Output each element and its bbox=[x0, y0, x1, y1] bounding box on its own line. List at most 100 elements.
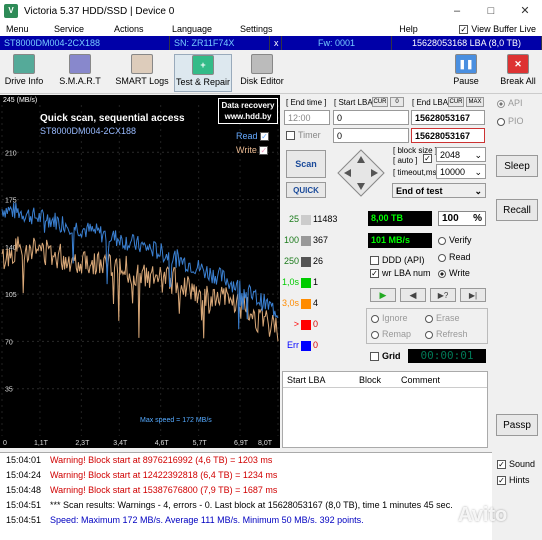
direction-pad[interactable] bbox=[336, 148, 386, 198]
title-bar: V Victoria 5.37 HDD/SSD | Device 0 – □ ✕ bbox=[0, 0, 542, 22]
jump-end-icon: ▶| bbox=[468, 291, 478, 300]
sound-checkbox[interactable]: ✓ bbox=[497, 460, 506, 470]
start-cur-button[interactable]: CUR bbox=[372, 97, 388, 107]
ignore-option[interactable]: Ignore bbox=[371, 313, 408, 323]
pio-option[interactable]: PIO bbox=[497, 116, 524, 126]
step-back-button[interactable]: ◀ bbox=[400, 288, 426, 302]
erase-option[interactable]: Erase bbox=[425, 313, 460, 323]
write-legend[interactable]: Write ✓ bbox=[236, 145, 271, 156]
read-legend[interactable]: Read ✓ bbox=[236, 131, 272, 142]
watermark: Avito bbox=[458, 504, 508, 526]
menu-item-settings[interactable]: Settings bbox=[234, 24, 304, 34]
menu-item-help[interactable]: Help bbox=[393, 24, 453, 34]
erase-radio[interactable] bbox=[425, 314, 433, 323]
test-repair-button[interactable]: + Test & Repair bbox=[174, 54, 232, 92]
menu-item-service[interactable]: Service bbox=[48, 24, 108, 34]
grid-checkbox[interactable] bbox=[370, 352, 379, 362]
menu-item-language[interactable]: Language bbox=[166, 24, 234, 34]
passp-button[interactable]: Passp bbox=[496, 414, 538, 436]
wr-lba-checkbox[interactable]: ✓ bbox=[370, 269, 379, 279]
end-action-select[interactable]: End of test ⌄ bbox=[392, 183, 486, 198]
wr-lba-option[interactable]: ✓ wr LBA num bbox=[370, 268, 431, 279]
verify-option[interactable]: Verify bbox=[438, 235, 472, 245]
quick-button[interactable]: QUICK bbox=[286, 182, 326, 198]
timer-label: Timer bbox=[298, 130, 321, 140]
log-entry: 15:04:51 Speed: Maximum 172 MB/s. Average… bbox=[0, 513, 492, 528]
recovery-banner[interactable]: Data recovery www.hdd.by bbox=[218, 98, 278, 124]
api-radio[interactable] bbox=[497, 99, 505, 108]
drive-info-button[interactable]: Drive Info bbox=[2, 54, 46, 92]
drive-model[interactable]: ST8000DM004-2CX188 bbox=[0, 36, 170, 50]
ddd-option[interactable]: DDD (API) bbox=[370, 255, 425, 266]
api-option[interactable]: API bbox=[497, 98, 523, 108]
ddd-checkbox[interactable] bbox=[370, 256, 379, 266]
minimize-button[interactable]: – bbox=[440, 0, 474, 22]
read-radio[interactable] bbox=[438, 253, 446, 262]
write-legend-checkbox[interactable]: ✓ bbox=[259, 146, 269, 156]
view-buffer-live[interactable]: ✓ View Buffer Live bbox=[453, 24, 542, 35]
pio-label: PIO bbox=[508, 116, 524, 126]
maximize-button[interactable]: □ bbox=[474, 0, 508, 22]
stat-row: >0 bbox=[282, 319, 362, 333]
end-action-value: End of test bbox=[396, 186, 443, 196]
end-max-button[interactable]: MAX bbox=[466, 97, 484, 107]
recall-button[interactable]: Recall bbox=[496, 199, 538, 221]
view-buffer-checkbox[interactable]: ✓ bbox=[459, 25, 469, 35]
remap-option[interactable]: Remap bbox=[371, 329, 411, 339]
auto-checkbox[interactable]: ✓ bbox=[423, 154, 435, 164]
block-size-select[interactable]: 2048 ⌄ bbox=[436, 147, 486, 162]
event-log[interactable]: 15:04:01 Warning! Block start at 89762169… bbox=[0, 452, 492, 540]
disk-editor-button[interactable]: Disk Editor bbox=[238, 54, 286, 92]
timer-checkbox[interactable] bbox=[286, 131, 295, 141]
timer-option[interactable]: Timer bbox=[286, 130, 321, 141]
smart-button[interactable]: S.M.A.R.T bbox=[58, 54, 102, 92]
break-icon: ✕ bbox=[507, 54, 529, 74]
column-block[interactable]: Block bbox=[359, 372, 381, 388]
write-radio[interactable] bbox=[438, 269, 446, 278]
close-button[interactable]: ✕ bbox=[508, 0, 542, 22]
pause-button[interactable]: ❚❚ Pause bbox=[446, 54, 486, 92]
skip-bad-button[interactable]: ▶? bbox=[430, 288, 456, 302]
end-cur-button[interactable]: CUR bbox=[448, 97, 464, 107]
read-option[interactable]: Read bbox=[438, 252, 471, 262]
start-zero-button[interactable]: 0 bbox=[390, 97, 404, 107]
auto-label: [ auto ] bbox=[393, 156, 418, 165]
verify-radio[interactable] bbox=[438, 236, 446, 245]
end-lba-input[interactable]: 15628053167 bbox=[411, 110, 485, 125]
menu-item-menu[interactable]: Menu bbox=[0, 24, 48, 34]
stats-panel: 25 11483 100 367 250 26 1,0s 1 3,0s 4 >0 Err 0 bbox=[282, 208, 362, 363]
menu-item-actions[interactable]: Actions bbox=[108, 24, 166, 34]
disk-editor-label: Disk Editor bbox=[240, 76, 284, 86]
column-start-lba[interactable]: Start LBA bbox=[287, 372, 326, 388]
end-time-input[interactable]: 12:00 bbox=[284, 110, 330, 125]
refresh-radio[interactable] bbox=[425, 330, 433, 339]
timeout-select[interactable]: 10000 ⌄ bbox=[436, 164, 486, 179]
grid-label: Grid bbox=[382, 351, 401, 361]
grid-option[interactable]: Grid bbox=[370, 351, 401, 362]
log-time: 15:04:48 bbox=[6, 485, 42, 495]
ddd-label: DDD (API) bbox=[382, 255, 425, 265]
sound-option[interactable]: ✓ Sound bbox=[497, 459, 535, 470]
remap-radio[interactable] bbox=[371, 330, 379, 339]
scan-mode-title: Quick scan, sequential access bbox=[40, 113, 185, 124]
read-legend-checkbox[interactable]: ✓ bbox=[260, 132, 270, 142]
start-lba-input[interactable]: 0 bbox=[333, 110, 409, 125]
stat-row: Err 0 bbox=[282, 340, 362, 354]
jump-end-button[interactable]: ▶| bbox=[460, 288, 486, 302]
ignore-radio[interactable] bbox=[371, 314, 379, 323]
drive-close-button[interactable]: x bbox=[270, 36, 282, 50]
hints-option[interactable]: ✓ Hints bbox=[497, 475, 530, 486]
sleep-button[interactable]: Sleep bbox=[496, 155, 538, 177]
smart-logs-button[interactable]: SMART Logs bbox=[114, 54, 170, 92]
stat-row: 3,0s 4 bbox=[282, 298, 362, 312]
hints-checkbox[interactable]: ✓ bbox=[497, 476, 506, 486]
break-all-button[interactable]: ✕ Break All bbox=[496, 54, 540, 92]
column-comment[interactable]: Comment bbox=[401, 372, 440, 388]
write-option[interactable]: Write bbox=[438, 268, 470, 278]
scan-button[interactable]: Scan bbox=[286, 150, 326, 178]
timer-input[interactable]: 0 bbox=[333, 128, 409, 143]
refresh-option[interactable]: Refresh bbox=[425, 329, 468, 339]
pio-radio[interactable] bbox=[497, 117, 505, 126]
write-legend-label: Write bbox=[236, 145, 257, 155]
play-button[interactable]: ▶ bbox=[370, 288, 396, 302]
